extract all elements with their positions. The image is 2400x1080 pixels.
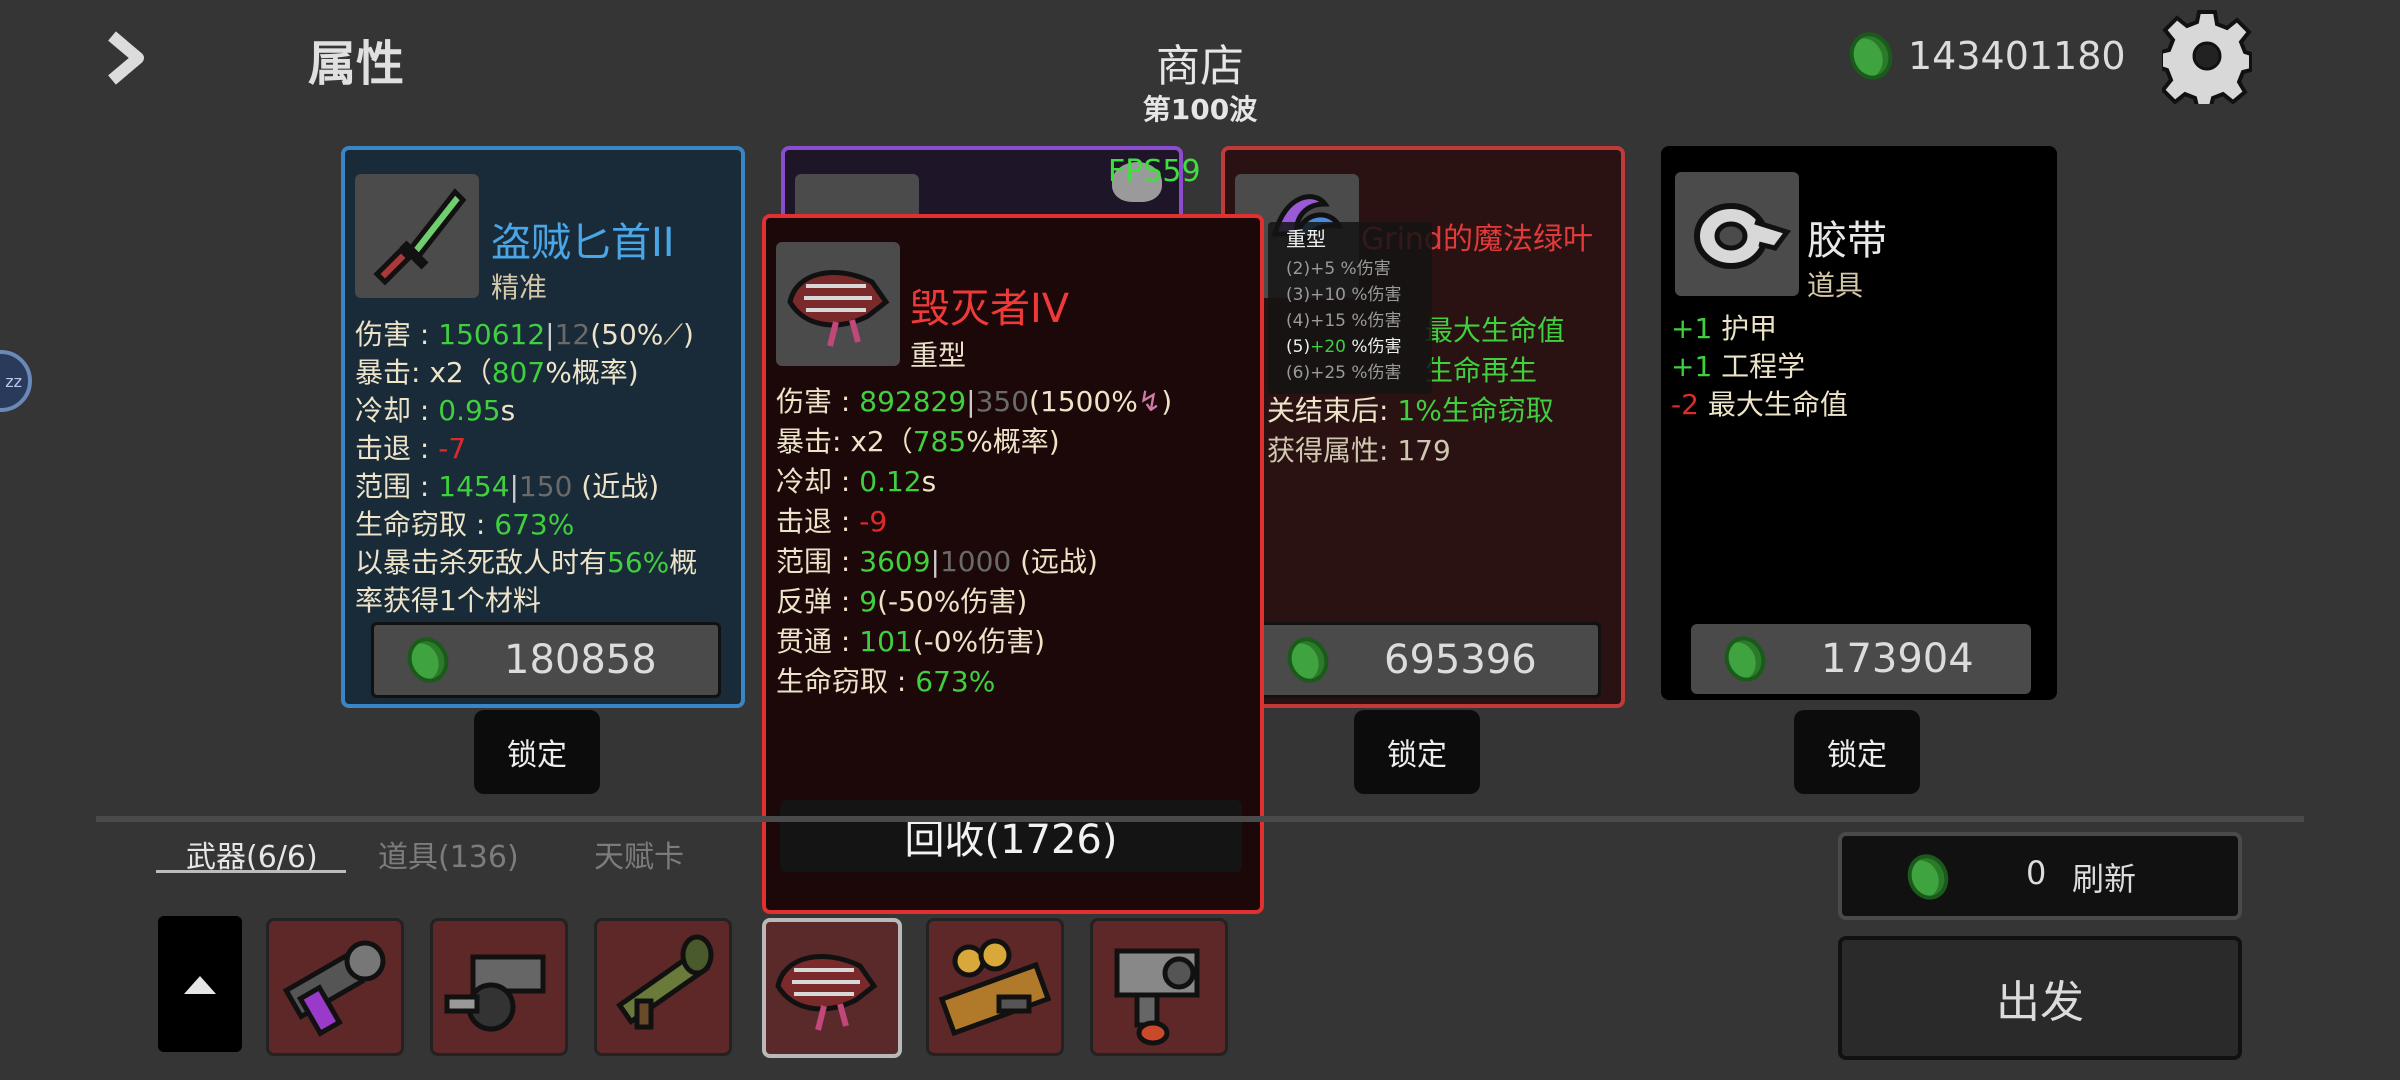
fps-counter: FPS59 bbox=[1108, 154, 1201, 189]
back-arrow-icon[interactable] bbox=[102, 30, 150, 86]
tab-items[interactable]: 道具(136) bbox=[378, 832, 519, 876]
tooltip-line: (3)+10 %伤害 bbox=[1286, 285, 1402, 305]
coin-icon bbox=[1718, 630, 1772, 688]
weapon-slot-selected[interactable] bbox=[762, 918, 902, 1058]
weapon-slot[interactable] bbox=[266, 918, 404, 1056]
stat-max-hp: 最大生命值 bbox=[1425, 314, 1566, 347]
effect-engineering: +1 工程学 bbox=[1671, 350, 1806, 383]
tooltip-title: 重型 bbox=[1286, 227, 1326, 251]
stat-crit: 暴击: x2（807%概率) bbox=[355, 356, 639, 389]
coin-icon bbox=[1901, 848, 1955, 906]
lock-button[interactable]: 锁定 bbox=[474, 710, 600, 794]
side-badge-text: zz bbox=[5, 371, 22, 391]
tab-talents[interactable]: 天赋卡 bbox=[594, 832, 684, 876]
card-type: 精准 bbox=[491, 271, 548, 304]
effect-max-hp: -2 最大生命值 bbox=[1671, 388, 1848, 421]
tooltip-line-active: (5)+20 %伤害 bbox=[1286, 337, 1402, 357]
card-type: 道具 bbox=[1807, 269, 1864, 302]
tooltip-line: (2)+5 %伤害 bbox=[1286, 259, 1391, 279]
lock-button[interactable]: 锁定 bbox=[1354, 710, 1480, 794]
popup-stats: 伤害 : 892829|350(1500%↯) 暴击: x2（785%概率) 冷… bbox=[776, 382, 1172, 702]
buy-button[interactable]: 180858 bbox=[371, 622, 721, 698]
money-value: 143401180 bbox=[1908, 34, 2126, 78]
tooltip-line: (6)+25 %伤害 bbox=[1286, 363, 1402, 383]
tab-underline bbox=[156, 870, 346, 873]
buy-button[interactable]: 695396 bbox=[1251, 622, 1601, 698]
card-effects: +1 护甲 +1 工程学 -2 最大生命值 bbox=[1671, 310, 1848, 424]
stat-bounce: 反弹 : 9(-50%伤害) bbox=[776, 585, 1028, 618]
stat-effect: 以暴击杀死敌人时有56%概 bbox=[355, 546, 698, 579]
buy-button[interactable]: 173904 bbox=[1691, 624, 2031, 694]
stat-damage: 伤害 : 150612|12(50%⟋) bbox=[355, 318, 694, 351]
stat-range: 范围 : 3609|1000 (远战) bbox=[776, 545, 1098, 578]
wave-indicator: 第100波 bbox=[1142, 93, 1258, 126]
stats-title[interactable]: 属性 bbox=[308, 24, 404, 94]
divider bbox=[96, 816, 2304, 822]
popup-name: 毁灭者IV bbox=[910, 286, 1070, 332]
refresh-cost: 0 bbox=[2026, 854, 2047, 892]
stat-regen: 生命再生 bbox=[1425, 354, 1538, 387]
card-name: 盗贼匕首II bbox=[491, 220, 675, 266]
stat-effect-cont: 率获得1个材料 bbox=[355, 584, 541, 617]
stat-lifesteal: 生命窃取 : 673% bbox=[776, 665, 996, 698]
weapon-slot[interactable] bbox=[1090, 918, 1228, 1056]
tooltip-line: (4)+15 %伤害 bbox=[1286, 311, 1402, 331]
stat-knockback: 击退 : -9 bbox=[776, 505, 888, 538]
effect-armor: +1 护甲 bbox=[1671, 312, 1778, 345]
refresh-button[interactable]: 0 刷新 bbox=[1838, 832, 2242, 920]
refresh-label: 刷新 bbox=[2072, 860, 2137, 898]
weapon-slot[interactable] bbox=[430, 918, 568, 1056]
stat-range: 范围 : 1454|150 (近战) bbox=[355, 470, 660, 503]
side-badge[interactable]: zz bbox=[0, 350, 32, 412]
lock-button[interactable]: 锁定 bbox=[1794, 710, 1920, 794]
weapon-slot[interactable] bbox=[594, 918, 732, 1056]
set-bonus-tooltip: 重型 (2)+5 %伤害 (3)+10 %伤害 (4)+15 %伤害 (5)+2… bbox=[1268, 222, 1432, 394]
coin-icon bbox=[1281, 631, 1335, 689]
popup-type: 重型 bbox=[910, 339, 967, 372]
shop-card-thief-dagger[interactable]: 盗贼匕首II 精准 伤害 : 150612|12(50%⟋) 暴击: x2（80… bbox=[341, 146, 745, 708]
start-button[interactable]: 出发 bbox=[1838, 936, 2242, 1060]
shop-title: 商店 bbox=[1156, 41, 1244, 92]
stat-wave-end: 关结束后: 1%生命窃取 bbox=[1267, 394, 1554, 427]
stat-knockback: 击退 : -7 bbox=[355, 432, 467, 465]
money-display: 143401180 bbox=[1843, 26, 2126, 86]
stat-crit: 暴击: x2（785%概率) bbox=[776, 425, 1060, 458]
card-name: 胶带 bbox=[1807, 218, 1887, 264]
stat-cooldown: 冷却 : 0.95s bbox=[355, 394, 516, 427]
weapon-detail-popup: 毁灭者IV 重型 伤害 : 892829|350(1500%↯) 暴击: x2（… bbox=[762, 214, 1264, 914]
stat-lifesteal: 生命窃取 : 673% bbox=[355, 508, 575, 541]
weapon-slot[interactable] bbox=[926, 918, 1064, 1056]
stat-gained: 获得属性: 179 bbox=[1267, 434, 1451, 467]
recycle-button[interactable]: 回收(1726) bbox=[780, 800, 1242, 872]
price-value: 173904 bbox=[1821, 636, 1974, 682]
dagger-icon bbox=[355, 174, 479, 298]
stat-pierce: 贯通 : 101(-0%伤害) bbox=[776, 625, 1046, 658]
card-stats: 伤害 : 150612|12(50%⟋) 暴击: x2（807%概率) 冷却 :… bbox=[355, 316, 697, 620]
price-value: 180858 bbox=[504, 637, 657, 683]
destroyer-icon bbox=[776, 242, 900, 366]
stat-cooldown: 冷却 : 0.12s bbox=[776, 465, 937, 498]
scroll-up-button[interactable] bbox=[158, 916, 242, 1052]
heavy-icon: ↯ bbox=[1137, 385, 1162, 418]
shop-card-tape[interactable]: 胶带 道具 +1 护甲 +1 工程学 -2 最大生命值 173904 bbox=[1661, 146, 2057, 700]
coin-icon bbox=[1843, 26, 1899, 86]
tape-icon bbox=[1675, 172, 1799, 296]
precise-icon: ⟋ bbox=[663, 318, 683, 351]
stat-damage: 伤害 : 892829|350(1500%↯) bbox=[776, 385, 1173, 418]
gear-icon[interactable] bbox=[2159, 8, 2253, 108]
coin-icon bbox=[401, 631, 455, 689]
price-value: 695396 bbox=[1384, 637, 1537, 683]
